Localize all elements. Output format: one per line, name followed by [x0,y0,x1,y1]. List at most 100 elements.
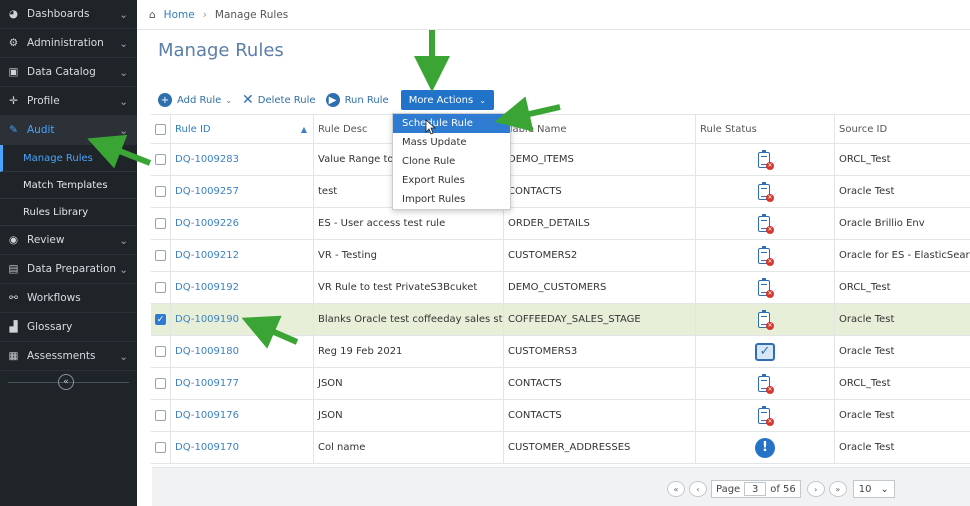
clipboard-error-icon[interactable]: ✕ [756,181,774,202]
row-checkbox[interactable] [155,410,166,421]
collapse-sidebar-icon[interactable]: « [58,374,74,390]
table-row[interactable]: DQ-1009170 Col name CUSTOMER_ADDRESSES! Ora… [151,432,970,464]
chevron-down-icon: ⌄ [119,264,128,276]
row-checkbox[interactable] [155,346,166,357]
run-rule-button[interactable]: ▶ Run Rule [325,93,389,107]
menu-item-export-rules[interactable]: Export Rules [393,171,510,190]
rule-id-link[interactable]: DQ-1009177 [175,378,239,389]
nav-administration[interactable]: ⚙ Administration ⌄ [0,29,137,58]
row-checkbox[interactable] [155,186,166,197]
row-select-cell [151,208,171,239]
rule-status-cell: ✕ [696,272,835,303]
column-header-rule-id[interactable]: Rule ID ▲ [171,115,314,143]
table-row[interactable]: DQ-1009283 Value Range to te DEMO_ITEMS ✕ OR… [151,144,970,176]
edit-icon: ✎ [9,124,18,136]
more-actions-button[interactable]: More Actions ⌄ [400,90,494,110]
nav-dashboards[interactable]: ◕ Dashboards ⌄ [0,0,137,29]
rule-id-link[interactable]: DQ-1009283 [175,154,239,165]
rule-id-link[interactable]: DQ-1009257 [175,186,239,197]
clipboard-error-icon[interactable]: ✕ [756,213,774,234]
prev-page-icon[interactable]: ‹ [689,481,707,497]
row-checkbox[interactable] [155,378,166,389]
table-row[interactable]: DQ-1009257 test CONTACTS ✕ Oracle Test [151,176,970,208]
page-number-input[interactable]: 3 [744,482,767,496]
subnav-manage-rules[interactable]: Manage Rules [0,145,137,172]
column-header-rule-status[interactable]: Rule Status [696,115,835,143]
nav-label: Assessments [27,350,96,362]
table-name-cell: DEMO_CUSTOMERS [504,272,696,303]
nav-label: Glossary [27,321,73,333]
clipboard-error-icon[interactable]: ✕ [756,149,774,170]
row-select-cell [151,432,171,463]
add-rule-button[interactable]: + Add Rule ⌄ [158,93,232,107]
rule-id-cell: DQ-1009226 [171,208,314,239]
rule-id-link[interactable]: DQ-1009226 [175,218,239,229]
nav-workflows[interactable]: ⚯ Workflows [0,284,137,313]
clipboard-error-icon[interactable]: ✕ [756,405,774,426]
column-header-table-name[interactable]: Table Name [504,115,696,143]
row-checkbox[interactable] [155,250,166,261]
rule-id-link[interactable]: DQ-1009180 [175,346,239,357]
table-row[interactable]: DQ-1009212 VR - Testing CUSTOMERS2 ✕ Oracle … [151,240,970,272]
clipboard-error-icon[interactable]: ✕ [756,373,774,394]
row-checkbox[interactable] [155,282,166,293]
main-content: ⌂ Home › Manage Rules Manage Rules + Add… [137,0,970,506]
nav-audit[interactable]: ✎ Audit ⌄ [0,116,137,145]
row-select-cell [151,368,171,399]
subnav-rules-library[interactable]: Rules Library [0,199,137,226]
table-row[interactable]: DQ-1009192 VR Rule to test PrivateS3Bcuke… [151,272,970,304]
more-actions-label: More Actions [408,94,474,106]
rule-id-cell: DQ-1009176 [171,400,314,431]
rule-id-link[interactable]: DQ-1009192 [175,282,239,293]
clipboard-error-icon[interactable]: ✕ [756,309,774,330]
menu-item-clone-rule[interactable]: Clone Rule [393,152,510,171]
row-select-cell [151,240,171,271]
nav-profile[interactable]: ✛ Profile ⌄ [0,87,137,116]
menu-item-import-rules[interactable]: Import Rules [393,190,510,209]
nav-glossary[interactable]: ▟ Glossary [0,313,137,342]
nav-review[interactable]: ◉ Review ⌄ [0,226,137,255]
rule-id-cell: DQ-1009283 [171,144,314,175]
clipboard-error-icon[interactable]: ✕ [756,277,774,298]
crosshair-icon: ✛ [9,95,18,107]
rule-desc-cell: JSON [314,400,504,431]
nav-label: Review [27,234,65,246]
info-icon[interactable]: ! [755,437,775,458]
select-all-checkbox[interactable] [155,123,166,135]
breadcrumb-home[interactable]: Home [164,9,195,21]
next-page-icon[interactable]: › [806,481,825,497]
table-row[interactable]: DQ-1009180 Reg 19 Feb 2021 CUSTOMERS3 ✓ Orac… [151,336,970,368]
last-page-icon[interactable]: » [828,481,847,497]
rule-id-link[interactable]: DQ-1009190 [175,314,239,325]
delete-rule-button[interactable]: ✕ Delete Rule [242,92,316,108]
checkbox-icon[interactable]: ✓ [755,342,775,361]
table-row[interactable]: DQ-1009176 JSON CONTACTS ✕ Oracle Test [151,400,970,432]
table-row[interactable]: DQ-1009177 JSON CONTACTS ✕ ORCL_Test [151,368,970,400]
row-checkbox[interactable] [155,218,166,229]
table-row[interactable]: ✓ DQ-1009190 Blanks Oracle test coffeeday … [151,304,970,336]
data-prep-icon: ▤ [8,263,19,275]
rule-id-cell: DQ-1009190 [171,304,314,335]
row-checkbox[interactable] [155,154,166,165]
first-page-icon[interactable]: « [667,481,685,497]
table-row[interactable]: DQ-1009226 ES - User access test rule ORDE… [151,208,970,240]
menu-item-schedule-rule[interactable]: Schedule Rule [393,114,510,133]
table-body: DQ-1009283 Value Range to te DEMO_ITEMS ✕ OR… [151,144,970,464]
nav-data-preparation[interactable]: ▤ Data Preparation ⌄ [0,255,137,284]
rule-status-cell: ✕ [696,304,835,335]
clipboard-error-icon[interactable]: ✕ [756,245,774,266]
page-size-select[interactable]: 10 ⌄ [852,480,895,498]
nav-label: Administration [27,37,104,49]
nav-assessments[interactable]: ▦ Assessments ⌄ [0,342,137,371]
rule-id-link[interactable]: DQ-1009176 [175,410,239,421]
column-header-source-id[interactable]: Source ID [835,115,970,143]
rule-id-link[interactable]: DQ-1009212 [175,250,239,261]
menu-item-mass-update[interactable]: Mass Update [393,133,510,152]
rule-id-link[interactable]: DQ-1009170 [175,442,239,453]
rule-status-cell: ✕ [696,176,835,207]
nav-data-catalog[interactable]: ▣ Data Catalog ⌄ [0,58,137,87]
home-icon[interactable]: ⌂ [149,9,156,21]
subnav-match-templates[interactable]: Match Templates [0,172,137,199]
row-checkbox[interactable] [155,442,166,453]
row-checkbox[interactable]: ✓ [155,314,166,325]
